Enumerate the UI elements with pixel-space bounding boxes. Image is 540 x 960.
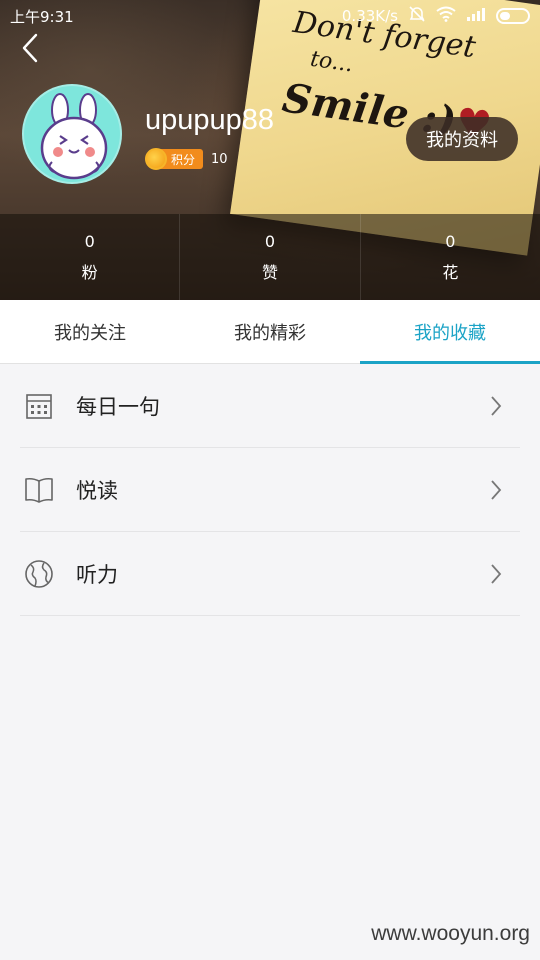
- list-item-listening[interactable]: 听力: [0, 532, 540, 616]
- chevron-right-icon: [476, 470, 516, 510]
- back-button[interactable]: [12, 30, 48, 70]
- favorites-list: 每日一句 悦读 听力: [0, 364, 540, 616]
- bunny-avatar-icon: [40, 93, 108, 180]
- stat-likes[interactable]: 0 赞: [180, 214, 361, 300]
- stat-label: 粉: [81, 262, 98, 282]
- network-speed: 0.33K/s: [341, 7, 398, 25]
- username: upupup88: [145, 104, 275, 136]
- battery-icon: [496, 8, 530, 24]
- book-icon: [22, 473, 56, 507]
- my-profile-button[interactable]: 我的资料: [406, 117, 518, 161]
- status-time: 上午9:31: [10, 7, 74, 26]
- stat-value: 0: [84, 231, 95, 251]
- tab-my-favorites[interactable]: 我的收藏: [360, 300, 540, 364]
- list-item-label: 听力: [76, 563, 118, 587]
- stat-flowers[interactable]: 0 花: [361, 214, 540, 300]
- profile-header: Don't forget to... Smile :)♥ 上午9:31 0.33…: [0, 0, 540, 300]
- signal-icon: [466, 7, 486, 25]
- tab-my-highlights[interactable]: 我的精彩: [180, 300, 360, 363]
- wifi-icon: [436, 6, 456, 26]
- calendar-icon: [22, 389, 56, 423]
- globe-icon: [22, 557, 56, 591]
- list-item-daily-sentence[interactable]: 每日一句: [0, 364, 540, 448]
- stat-label: 赞: [261, 262, 278, 282]
- points-value: 10: [211, 151, 228, 167]
- list-item-label: 悦读: [76, 479, 118, 503]
- coin-icon: [145, 148, 167, 170]
- status-bar: 上午9:31 0.33K/s: [0, 0, 540, 32]
- chevron-left-icon: [20, 32, 40, 68]
- chevron-right-icon: [476, 386, 516, 426]
- watermark: www.wooyun.org: [371, 922, 530, 945]
- tab-my-follows[interactable]: 我的关注: [0, 300, 180, 363]
- avatar[interactable]: [22, 84, 122, 184]
- list-item-reading[interactable]: 悦读: [0, 448, 540, 532]
- stats-bar: 0 粉 0 赞 0 花: [0, 214, 540, 300]
- mute-icon: [408, 5, 426, 27]
- tab-bar: 我的关注 我的精彩 我的收藏: [0, 300, 540, 364]
- list-item-label: 每日一句: [76, 395, 160, 419]
- status-right: 0.33K/s: [342, 5, 530, 27]
- stat-value: 0: [445, 231, 456, 251]
- stat-label: 花: [442, 262, 459, 282]
- points-badge: 积分 10: [145, 148, 228, 170]
- chevron-right-icon: [476, 554, 516, 594]
- stat-value: 0: [264, 231, 276, 251]
- stat-fans[interactable]: 0 粉: [0, 214, 181, 300]
